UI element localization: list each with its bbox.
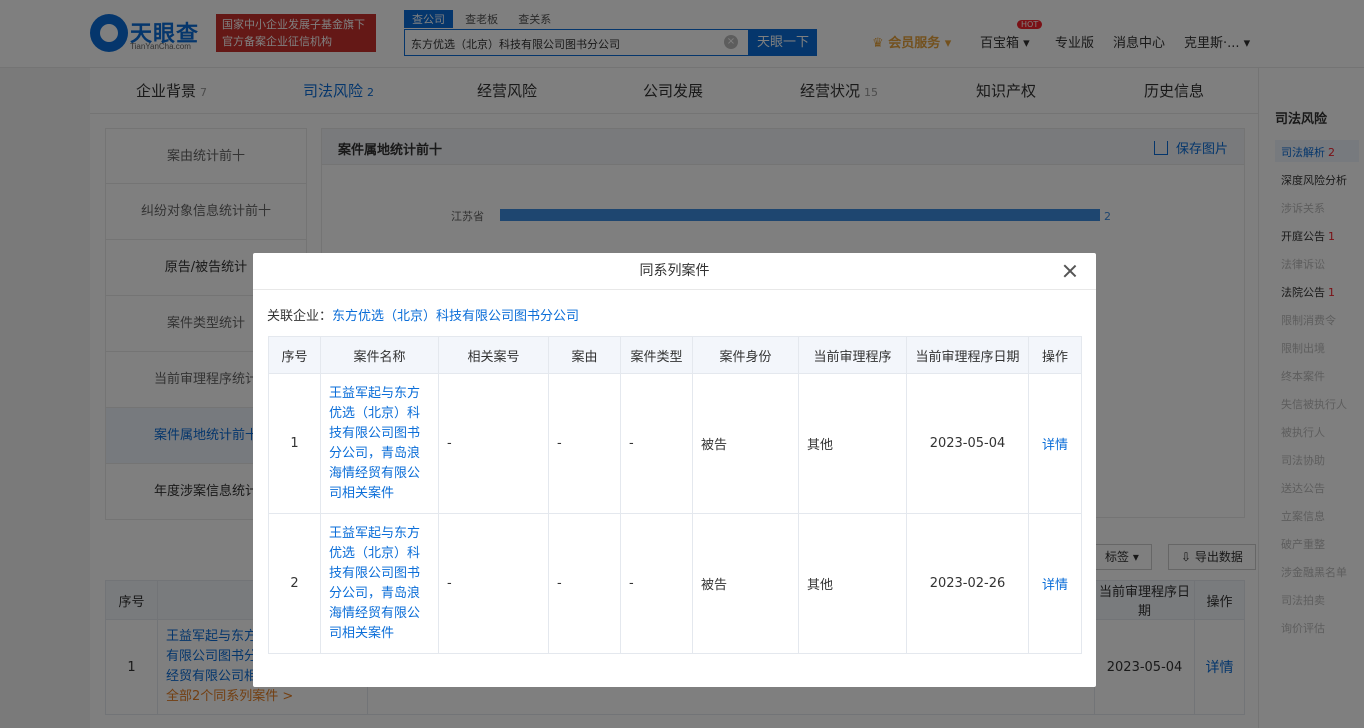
related-company-label: 关联企业： bbox=[267, 309, 333, 324]
cell-type: - bbox=[620, 373, 693, 514]
close-icon[interactable] bbox=[1062, 263, 1078, 279]
detail-link[interactable]: 详情 bbox=[1028, 513, 1082, 654]
detail-link[interactable]: 详情 bbox=[1028, 373, 1082, 514]
cell-type: - bbox=[620, 513, 693, 654]
col-header: 当前审理程序日期 bbox=[906, 336, 1029, 374]
col-header: 案件名称 bbox=[320, 336, 439, 374]
col-header: 序号 bbox=[268, 336, 321, 374]
col-header: 案件身份 bbox=[692, 336, 799, 374]
case-name-link[interactable]: 王益军起与东方优选（北京）科技有限公司图书分公司，青岛浪海情经贸有限公司相关案件 bbox=[320, 513, 439, 654]
cell-stage: 其他 bbox=[798, 513, 907, 654]
cell-cause: - bbox=[548, 373, 621, 514]
cell-cause: - bbox=[548, 513, 621, 654]
table-row: 2 王益军起与东方优选（北京）科技有限公司图书分公司，青岛浪海情经贸有限公司相关… bbox=[268, 513, 1082, 654]
cell-no: 1 bbox=[268, 373, 321, 514]
case-name-link[interactable]: 王益军起与东方优选（北京）科技有限公司图书分公司，青岛浪海情经贸有限公司相关案件 bbox=[320, 373, 439, 514]
col-header: 当前审理程序 bbox=[798, 336, 907, 374]
col-header: 案件类型 bbox=[620, 336, 693, 374]
modal-title: 同系列案件 bbox=[253, 253, 1096, 290]
col-header: 相关案号 bbox=[438, 336, 549, 374]
table-row: 1 王益军起与东方优选（北京）科技有限公司图书分公司，青岛浪海情经贸有限公司相关… bbox=[268, 373, 1082, 514]
related-company: 关联企业：东方优选（北京）科技有限公司图书分公司 bbox=[267, 305, 579, 324]
table-header-row: 序号 案件名称 相关案号 案由 案件类型 案件身份 当前审理程序 当前审理程序日… bbox=[268, 336, 1082, 374]
cell-role: 被告 bbox=[692, 513, 799, 654]
cell-case-no: - bbox=[438, 373, 549, 514]
related-company-link[interactable]: 东方优选（北京）科技有限公司图书分公司 bbox=[332, 309, 579, 324]
cell-stage: 其他 bbox=[798, 373, 907, 514]
cell-date: 2023-02-26 bbox=[906, 513, 1029, 654]
col-header: 案由 bbox=[548, 336, 621, 374]
series-cases-modal: 同系列案件 关联企业：东方优选（北京）科技有限公司图书分公司 序号 案件名称 相… bbox=[253, 253, 1096, 687]
cell-role: 被告 bbox=[692, 373, 799, 514]
cell-no: 2 bbox=[268, 513, 321, 654]
cell-date: 2023-05-04 bbox=[906, 373, 1029, 514]
series-cases-table: 序号 案件名称 相关案号 案由 案件类型 案件身份 当前审理程序 当前审理程序日… bbox=[268, 336, 1082, 654]
col-header: 操作 bbox=[1028, 336, 1082, 374]
cell-case-no: - bbox=[438, 513, 549, 654]
